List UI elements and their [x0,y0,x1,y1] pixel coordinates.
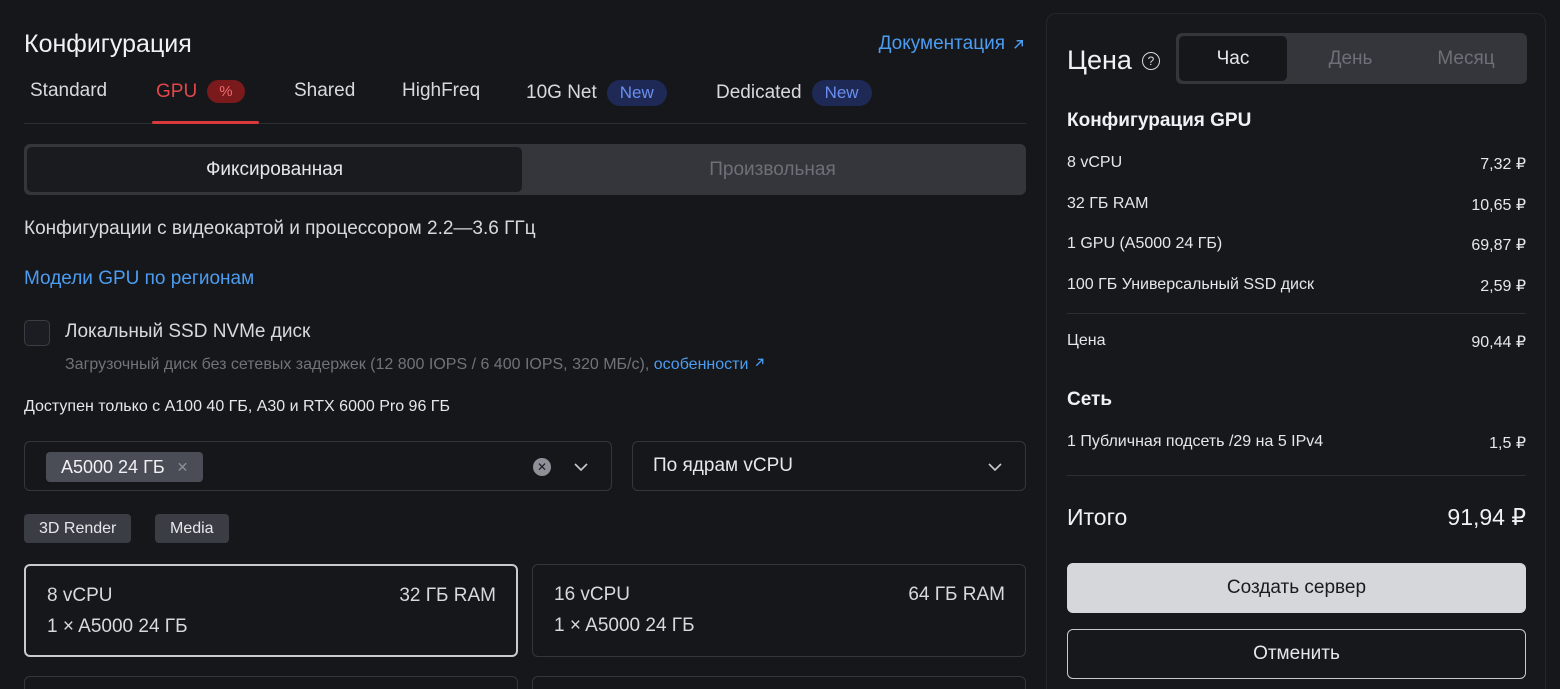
sort-select-value: По ядрам vCPU [653,455,793,476]
external-link-icon [1014,39,1023,49]
tab-label: Standard [30,80,108,101]
card-ram: 32 ГБ RAM [399,585,496,606]
local-ssd-description: Загрузочный диск без сетевых задержек (1… [65,356,766,374]
config-card[interactable]: 16 vCPU 64 ГБ RAM 1 × A5000 24 ГБ [532,564,1026,657]
new-badge: New [606,80,667,106]
tab-label: Dedicated [716,82,802,103]
tag-media[interactable]: Media [155,514,229,543]
configuration-description: Конфигурации с видеокартой и процессором… [24,218,536,239]
config-card[interactable] [24,676,518,689]
divider [1067,313,1526,314]
tab-label: HighFreq [402,80,481,101]
card-cpu: 8 vCPU [47,585,113,606]
tab-label: GPU [156,80,198,102]
server-type-tabs: Standard GPU % Shared HighFreq 10G Net N… [24,74,1026,124]
gpu-model-select[interactable]: A5000 24 ГБ ✕ ✕ [24,441,612,491]
tab-gpu[interactable]: GPU % [156,80,245,103]
period-day-button[interactable]: День [1293,36,1408,81]
documentation-link-label: Документация [878,33,1005,54]
network-row: 1 Публичная подсеть /29 на 5 IPv4 1,5 ₽ [1067,433,1526,453]
local-ssd-sub-text: Загрузочный диск без сетевых задержек (1… [65,356,650,373]
gpu-regions-link[interactable]: Модели GPU по регионам [24,268,254,290]
clear-icon[interactable]: ✕ [533,458,551,476]
tab-label: Shared [294,80,356,101]
chip-label: A5000 24 ГБ [61,456,165,477]
new-badge: New [811,80,872,106]
tab-dedicated[interactable]: Dedicated New [716,80,872,106]
tag-3d-render[interactable]: 3D Render [24,514,132,543]
total-label: Итого [1067,504,1128,530]
network-value: 1,5 ₽ [1489,435,1526,452]
chevron-down-icon[interactable] [986,458,1004,476]
price-row-value: 69,87 ₽ [1471,237,1526,254]
features-link-label: особенности [653,356,749,373]
divider [1067,475,1526,476]
card-cpu: 16 vCPU [554,584,631,605]
tab-10g-net[interactable]: 10G Net New [526,80,667,106]
price-row-value: 2,59 ₽ [1480,278,1526,295]
price-row: 8 vCPU 7,32 ₽ [1067,154,1526,174]
availability-note: Доступен только с A100 40 ГБ, A30 и RTX … [24,398,450,415]
tab-highfreq[interactable]: HighFreq [402,80,480,102]
documentation-link[interactable]: Документация [879,33,1026,55]
page-title: Конфигурация [24,30,192,58]
local-ssd-checkbox[interactable] [24,320,50,346]
configuration-mode-toggle: Фиксированная Произвольная [24,144,1026,195]
discount-badge: % [207,80,245,103]
tab-shared[interactable]: Shared [294,80,355,102]
subtotal-row: Цена 90,44 ₽ [1067,332,1526,352]
sort-select[interactable]: По ядрам vCPU [632,441,1026,491]
create-server-button[interactable]: Создать сервер [1067,563,1526,613]
gpu-config-section-title: Конфигурация GPU [1067,110,1252,131]
config-card-selected[interactable]: 8 vCPU 32 ГБ RAM 1 × A5000 24 ГБ [24,564,518,657]
price-row-value: 10,65 ₽ [1471,197,1526,214]
cancel-button[interactable]: Отменить [1067,629,1526,679]
billing-period-toggle: Час День Месяц [1176,33,1527,84]
chevron-down-icon[interactable] [572,458,590,476]
subtotal-label: Цена [1067,332,1106,349]
price-row-label: 100 ГБ Универсальный SSD диск [1067,276,1314,293]
gpu-filter-chip[interactable]: A5000 24 ГБ ✕ [46,452,204,482]
price-row-label: 32 ГБ RAM [1067,195,1149,212]
features-link[interactable]: особенности [654,356,766,373]
tab-standard[interactable]: Standard [30,80,107,102]
mode-fixed-button[interactable]: Фиксированная [27,147,522,192]
price-title: Цена ? [1067,45,1160,76]
active-tab-indicator [152,121,259,124]
configuration-panel: Конфигурация Документация Standard GPU %… [24,0,1026,689]
card-gpu: 1 × A5000 24 ГБ [47,616,188,637]
card-gpu: 1 × A5000 24 ГБ [554,615,695,636]
external-link-icon [755,358,764,367]
chip-remove-icon[interactable]: ✕ [177,459,189,476]
price-row-label: 1 GPU (A5000 24 ГБ) [1067,235,1223,252]
config-card[interactable] [532,676,1026,689]
total-row: Итого 91,94 ₽ [1067,504,1526,531]
price-row: 100 ГБ Универсальный SSD диск 2,59 ₽ [1067,276,1526,296]
card-ram: 64 ГБ RAM [908,584,1005,605]
period-month-button[interactable]: Месяц [1408,36,1524,81]
period-hour-button[interactable]: Час [1179,36,1287,81]
local-ssd-label: Локальный SSD NVMe диск [65,321,311,342]
mode-custom-button[interactable]: Произвольная [522,147,1023,192]
subtotal-value: 90,44 ₽ [1471,334,1526,351]
price-row-label: 8 vCPU [1067,154,1123,171]
network-label: 1 Публичная подсеть /29 на 5 IPv4 [1067,433,1324,450]
price-row-value: 7,32 ₽ [1480,156,1526,173]
price-row: 1 GPU (A5000 24 ГБ) 69,87 ₽ [1067,235,1526,255]
help-icon[interactable]: ? [1141,51,1160,70]
tab-label: 10G Net [526,82,597,103]
price-summary-panel: Цена ? Час День Месяц Конфигурация GPU 8… [1046,13,1546,689]
total-value: 91,94 ₽ [1447,504,1526,530]
price-title-label: Цена [1067,45,1132,75]
network-section-title: Сеть [1067,389,1113,410]
price-row: 32 ГБ RAM 10,65 ₽ [1067,195,1526,215]
